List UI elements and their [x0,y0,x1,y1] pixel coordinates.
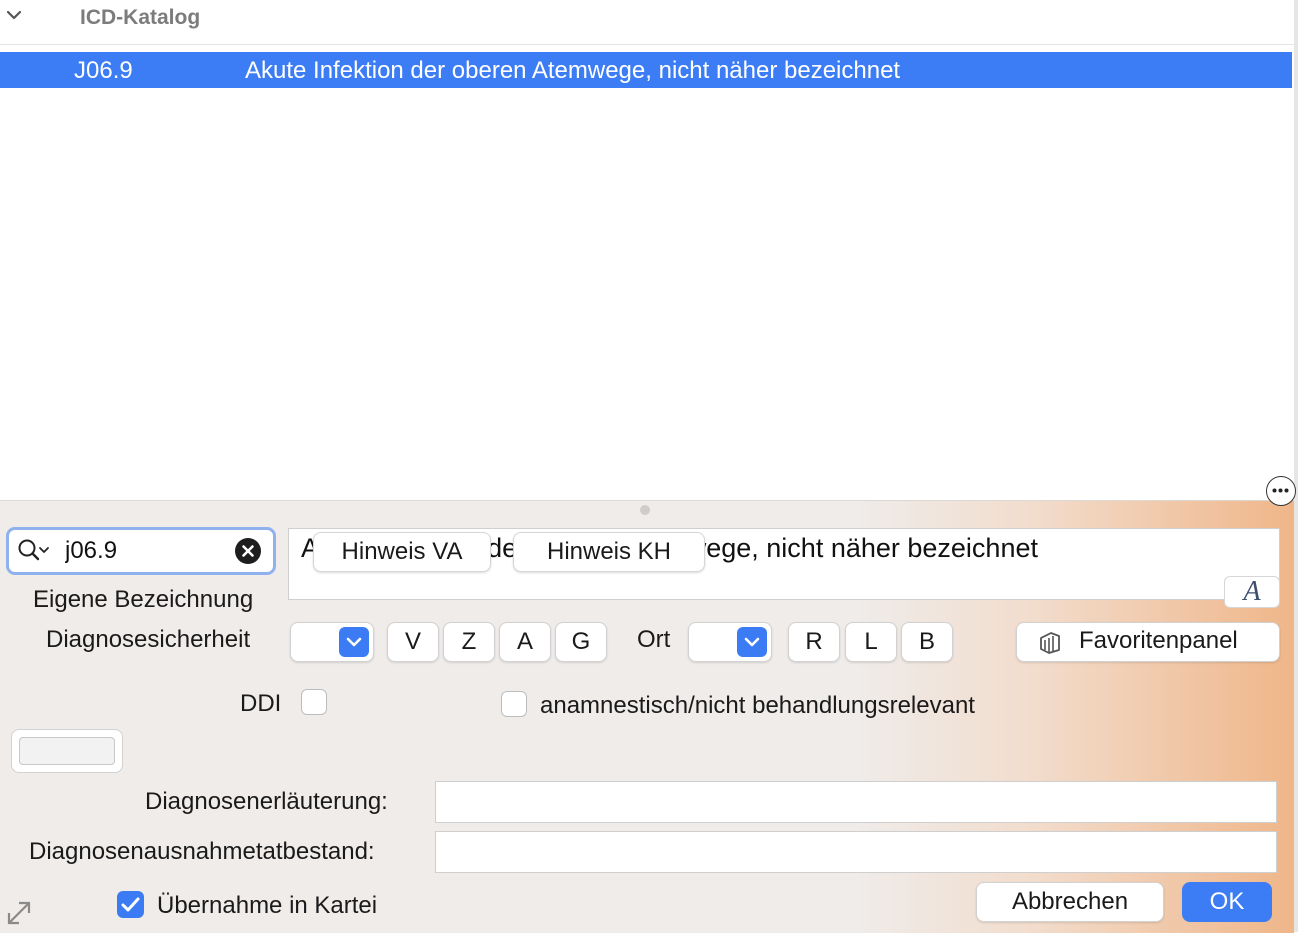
anamnestisch-label: anamnestisch/nicht behandlungsrelevant [540,692,975,719]
color-swatch [19,737,115,765]
ok-button[interactable]: OK [1182,882,1272,922]
diagnosesicherheit-label: Diagnosesicherheit [46,626,251,653]
hinweis-kh-button[interactable]: Hinweis KH [513,532,705,572]
row-code: J06.9 [74,57,133,84]
ort-select[interactable] [688,622,772,662]
color-well[interactable] [11,729,123,773]
uebernahme-checkbox[interactable] [117,891,144,918]
sicherheit-g-button[interactable]: G [555,622,607,662]
clear-search-button[interactable] [235,538,261,564]
sicherheit-a-button[interactable]: A [499,622,551,662]
search-icon[interactable] [17,538,51,564]
checkmark-icon [121,897,140,912]
erlaeuterung-field[interactable] [435,781,1277,823]
search-field[interactable] [6,527,276,575]
ort-r-button[interactable]: R [788,622,840,662]
catalog-list[interactable]: ICD-Katalog J06.9 Akute Infektion der ob… [0,0,1294,500]
layers-icon [1040,632,1060,654]
cancel-button[interactable]: Abbrechen [976,882,1164,922]
eigene-bezeichnung-label: Eigene Bezeichnung [33,586,254,613]
split-view-handle[interactable] [640,505,650,515]
anamnestisch-checkbox[interactable] [501,691,527,717]
row-description: Akute Infektion der oberen Atemwege, nic… [245,57,901,84]
popup-arrow [737,627,767,657]
popup-arrow [339,627,369,657]
resize-arrows-icon[interactable] [4,898,34,928]
chevron-down-icon [744,637,760,647]
ausnahmetatbestand-label: Diagnosenausnahmetatbestand: [29,838,375,865]
favoritenpanel-button[interactable]: Favoritenpanel [1016,622,1280,662]
chevron-down-icon[interactable] [5,6,23,24]
catalog-group-title: ICD-Katalog [80,6,201,29]
catalog-row-selected[interactable]: J06.9 Akute Infektion der oberen Atemweg… [0,52,1292,88]
chevron-down-icon [346,637,362,647]
diagnosesicherheit-select[interactable] [290,622,374,662]
ddi-checkbox[interactable] [301,689,327,715]
ort-l-button[interactable]: L [845,622,897,662]
sicherheit-v-button[interactable]: V [387,622,439,662]
ausnahmetatbestand-field[interactable] [435,831,1277,873]
erlaeuterung-label: Diagnosenerläuterung: [145,788,388,815]
favoritenpanel-label: Favoritenpanel [1079,627,1238,654]
ddi-label: DDI [240,690,282,717]
ort-b-button[interactable]: B [901,622,953,662]
font-style-button[interactable]: A [1224,576,1280,608]
ort-label: Ort [637,626,671,653]
catalog-group-header[interactable]: ICD-Katalog [0,0,1294,45]
ellipsis-circle-icon [1272,488,1289,493]
sicherheit-z-button[interactable]: Z [443,622,495,662]
hinweis-va-button[interactable]: Hinweis VA [313,532,491,572]
clear-circle-icon [242,545,254,557]
window-edge [1294,0,1298,932]
more-options-button[interactable] [1266,476,1296,506]
uebernahme-label: Übernahme in Kartei [157,892,378,919]
search-input[interactable] [65,536,225,566]
